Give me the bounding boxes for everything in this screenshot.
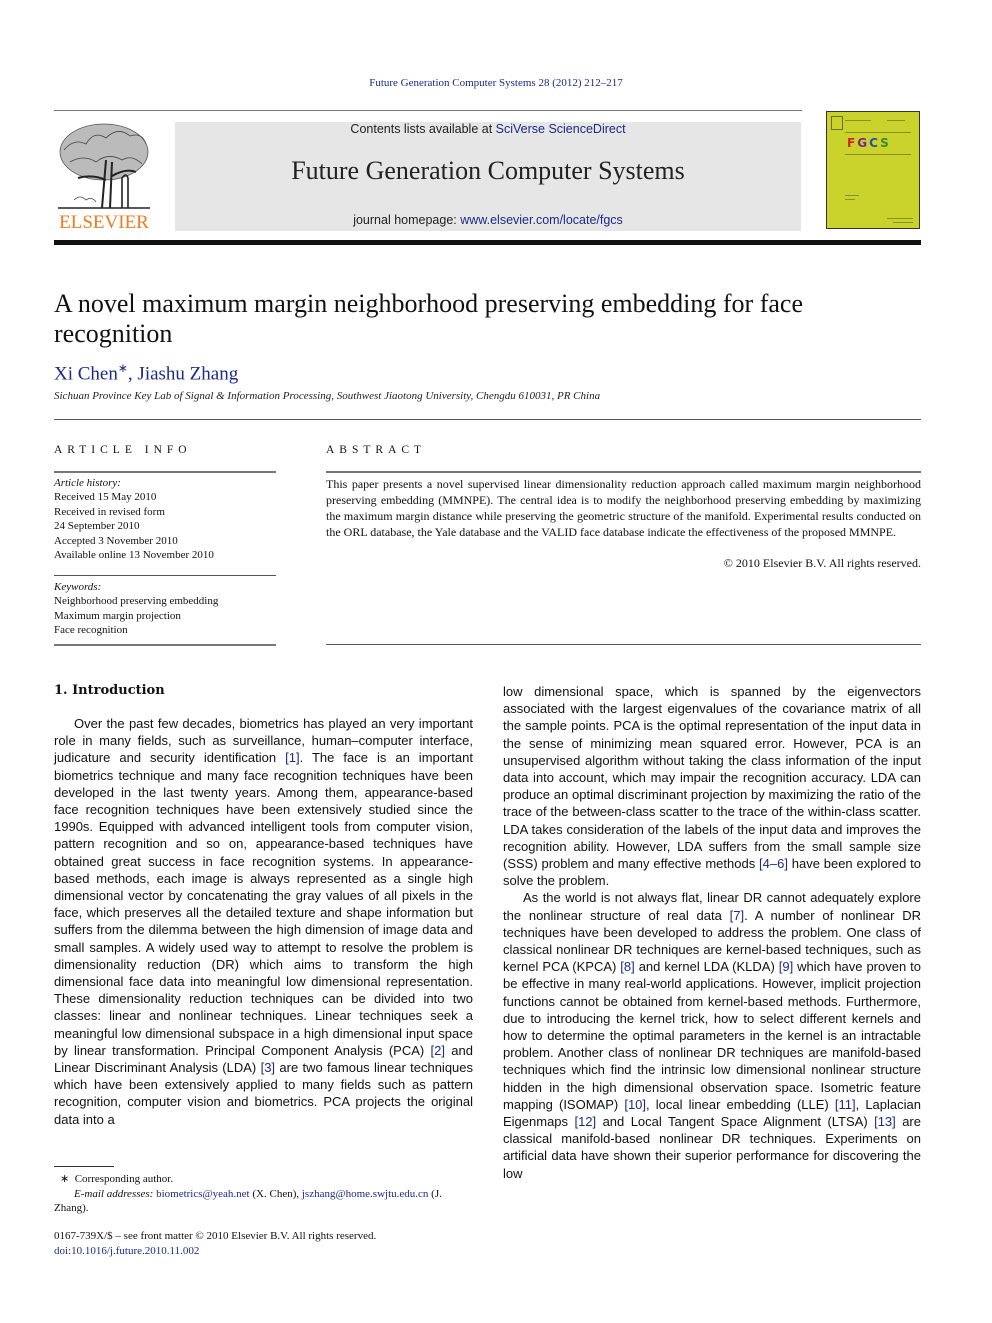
- history-item: Available online 13 November 2010: [54, 549, 214, 562]
- elsevier-wordmark: ELSEVIER: [59, 212, 149, 233]
- corresponding-author-note: ∗ Corresponding author.: [54, 1172, 474, 1187]
- journal-title: Future Generation Computer Systems: [291, 156, 685, 185]
- email-owner: (X. Chen),: [249, 1187, 302, 1200]
- paragraph-text: . The face is an important biometrics te…: [54, 750, 473, 1058]
- cover-detail-line: [845, 199, 855, 200]
- citation-link[interactable]: [12]: [574, 1114, 596, 1129]
- cover-letter-f: F: [847, 136, 858, 150]
- section-heading-introduction: 1. Introduction: [54, 683, 165, 698]
- email-link[interactable]: biometrics@yeah.net: [156, 1188, 250, 1200]
- cover-letter-g: G: [857, 136, 870, 150]
- keyword-item: Face recognition: [54, 624, 128, 637]
- cover-letter-c: C: [869, 136, 881, 150]
- corresponding-author-text: Corresponding author.: [74, 1173, 174, 1185]
- cover-detail-line: [845, 120, 871, 121]
- abstract-rule: [326, 644, 921, 645]
- paragraph-text: and kernel LDA (KLDA): [634, 959, 779, 975]
- citation-link[interactable]: [13]: [874, 1114, 896, 1129]
- history-label: Article history:: [54, 477, 121, 489]
- article-info-rule: [54, 471, 276, 473]
- citation-link[interactable]: [8]: [620, 959, 634, 974]
- keyword-item: Maximum margin projection: [54, 609, 181, 622]
- footnote-rule: [54, 1166, 114, 1167]
- cover-publisher-icon: [831, 116, 843, 130]
- history-item: 24 September 2010: [54, 520, 140, 533]
- keyword-item: Neighborhood preserving embedding: [54, 595, 219, 608]
- article-info-divider: [54, 575, 276, 576]
- article-title: A novel maximum margin neighborhood pres…: [54, 289, 803, 348]
- paragraph-text: , local linear embedding (LLE): [646, 1096, 835, 1112]
- journal-cover-thumbnail[interactable]: FGCS: [826, 111, 920, 229]
- header-rule: [54, 110, 802, 111]
- cover-detail-line: [887, 120, 905, 121]
- homepage-prefix: journal homepage:: [353, 213, 461, 227]
- email-addresses: E-mail addresses: biometrics@yeah.net (X…: [54, 1187, 474, 1216]
- cover-detail-line: [893, 222, 913, 223]
- abstract-text: This paper presents a novel supervised l…: [326, 477, 921, 539]
- email-label: E-mail addresses:: [74, 1187, 154, 1200]
- journal-homepage-line: journal homepage: www.elsevier.com/locat…: [175, 213, 801, 227]
- header-thick-rule: [54, 240, 921, 245]
- citation-link[interactable]: [3]: [261, 1060, 275, 1075]
- author-separator: ,: [127, 363, 138, 385]
- citation-link[interactable]: [7]: [730, 908, 744, 923]
- citation-link[interactable]: [10]: [624, 1097, 646, 1112]
- keywords-list: Keywords: Neighborhood preserving embedd…: [54, 580, 276, 638]
- cover-letter-s: S: [880, 136, 891, 150]
- journal-homepage-link[interactable]: www.elsevier.com/locate/fgcs: [460, 213, 623, 227]
- history-item: Received 15 May 2010: [54, 491, 157, 504]
- sciencedirect-link[interactable]: SciVerse ScienceDirect: [496, 122, 626, 136]
- abstract-heading: ABSTRACT: [326, 444, 427, 456]
- author-name[interactable]: Jiashu Zhang: [137, 363, 238, 384]
- email-link[interactable]: jszhang@home.swjtu.edu.cn: [302, 1188, 429, 1200]
- article-info-heading: ARTICLE INFO: [54, 444, 192, 456]
- paragraph-text: which have proven to be effective in man…: [503, 959, 921, 1112]
- paragraph: As the world is not always flat, linear …: [503, 889, 921, 1181]
- citation-link[interactable]: [2]: [431, 1043, 445, 1058]
- cover-detail-line: [845, 132, 911, 133]
- title-rule: [54, 419, 921, 420]
- footnote: ∗ Corresponding author. E-mail addresses…: [54, 1172, 474, 1216]
- keywords-label: Keywords:: [54, 581, 102, 593]
- cover-fgcs-letters: FGCS: [847, 136, 891, 150]
- abstract-copyright: © 2010 Elsevier B.V. All rights reserved…: [723, 556, 921, 570]
- abstract-rule: [326, 471, 921, 473]
- paragraph-text: and Local Tangent Space Alignment (LTSA): [596, 1114, 875, 1130]
- history-item: Received in revised form: [54, 505, 165, 518]
- front-matter-text: 0167-739X/$ – see front matter © 2010 El…: [54, 1230, 377, 1242]
- paragraph: low dimensional space, which is spanned …: [503, 683, 921, 889]
- article-info-rule: [54, 644, 276, 646]
- author-name[interactable]: Xi Chen: [54, 363, 118, 384]
- history-item: Accepted 3 November 2010: [54, 534, 178, 547]
- paragraph: Over the past few decades, biometrics ha…: [54, 715, 473, 1128]
- cover-detail-line: [845, 195, 859, 196]
- citation-link[interactable]: [9]: [779, 959, 793, 974]
- contents-prefix: Contents lists available at: [350, 122, 496, 136]
- author-list: Xi Chen∗, Jiashu Zhang: [54, 361, 238, 385]
- doi-link[interactable]: doi:10.1016/j.future.2010.11.002: [54, 1245, 199, 1257]
- paragraph-text: low dimensional space, which is spanned …: [503, 684, 921, 872]
- citation-link[interactable]: [11]: [835, 1097, 856, 1112]
- citation-link[interactable]: [4–6]: [759, 856, 788, 871]
- body-column-left: Over the past few decades, biometrics ha…: [54, 715, 473, 1128]
- contents-line: Contents lists available at SciVerse Sci…: [175, 122, 801, 136]
- citation-link[interactable]: [1]: [285, 750, 299, 765]
- author-affiliation: Sichuan Province Key Lab of Signal & Inf…: [54, 390, 601, 402]
- corresponding-author-mark[interactable]: ∗: [118, 361, 128, 375]
- body-column-right: low dimensional space, which is spanned …: [503, 683, 921, 1182]
- front-matter: 0167-739X/$ – see front matter © 2010 El…: [54, 1229, 376, 1258]
- footnote-mark: ∗: [60, 1173, 70, 1185]
- article-history: Article history: Received 15 May 2010 Re…: [54, 476, 276, 562]
- cover-detail-line: [887, 218, 913, 219]
- cover-detail-line: [845, 154, 911, 155]
- journal-reference-link[interactable]: Future Generation Computer Systems 28 (2…: [0, 77, 992, 89]
